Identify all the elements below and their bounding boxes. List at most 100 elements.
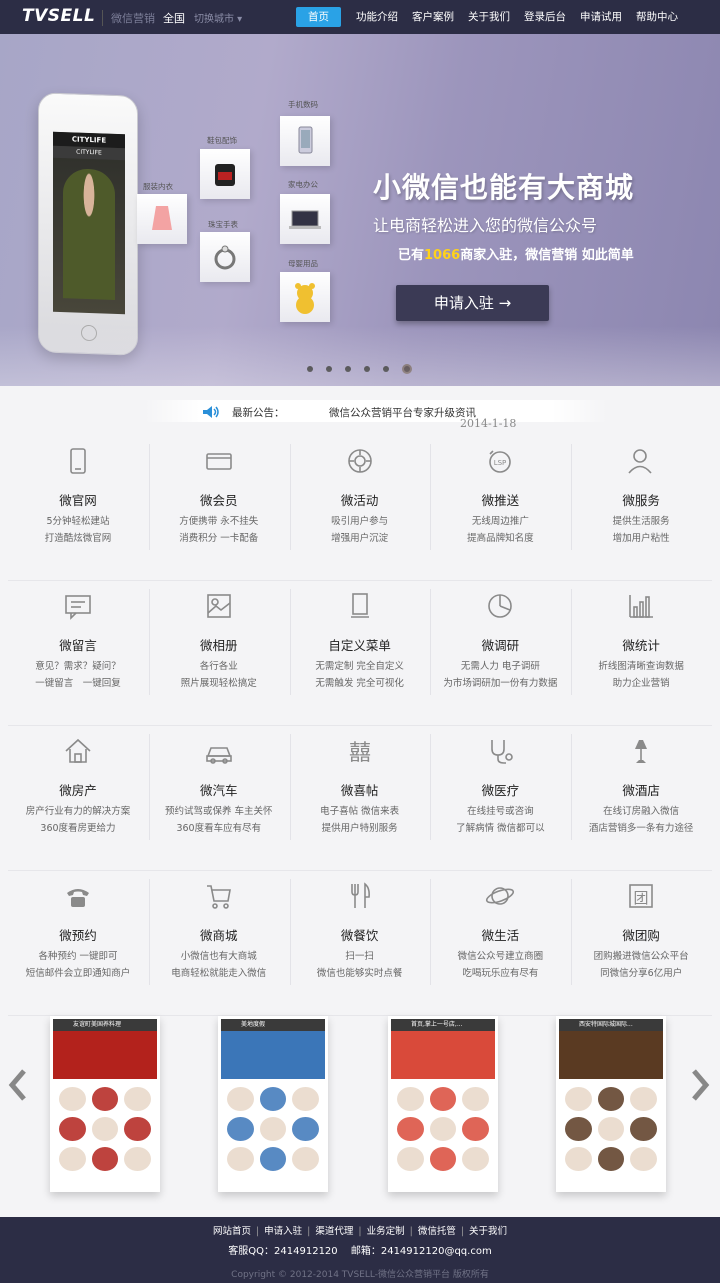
group-buy-icon: 团 bbox=[626, 881, 656, 911]
feature-item[interactable]: 微相册各行各业照片展现轻松搞定 bbox=[148, 581, 289, 701]
footer-link[interactable]: 网站首页 bbox=[213, 1226, 251, 1237]
tablet-icon bbox=[63, 446, 93, 476]
feature-line-2: 吃喝玩乐应有尽有 bbox=[462, 968, 539, 979]
feature-item[interactable]: 微预约 各种预约 一键即可 短信邮件会立即通知商户 bbox=[8, 871, 148, 991]
next-arrow-icon[interactable] bbox=[690, 1068, 710, 1102]
feature-line-1: 5分钟轻松建站 bbox=[46, 516, 110, 527]
feature-item[interactable]: 微医疗 在线挂号或咨询 了解病情 微信都可以 bbox=[430, 726, 570, 846]
feature-row: 微预约 各种预约 一键即可 短信邮件会立即通知商户 微商城 小微信也有大商城 电商轻松就能… bbox=[8, 871, 712, 1016]
feature-description: 5分钟轻松建站 打造酷炫微官网 bbox=[8, 513, 148, 547]
feature-title: 微留言 bbox=[59, 638, 97, 653]
slide-dot[interactable] bbox=[402, 364, 412, 374]
feature-description: 在线挂号或咨询 了解病情 微信都可以 bbox=[430, 803, 570, 837]
banner-title: 小微信也能有大商城 bbox=[373, 171, 635, 204]
nav-link[interactable]: 首页 bbox=[296, 7, 341, 27]
model-photo bbox=[63, 168, 115, 300]
nav-link[interactable]: 帮助中心 bbox=[629, 7, 685, 27]
feature-line-1: 扫一扫 bbox=[345, 951, 374, 962]
feature-title: 微统计 bbox=[622, 638, 660, 653]
feature-row: 微官网 5分钟轻松建站 打造酷炫微官网 微会员 方便携带 永不挂失 消费积分 一卡配备 微活… bbox=[8, 436, 712, 581]
case-screenshot bbox=[391, 1031, 495, 1189]
feature-item[interactable]: 微活动 吸引用户参与 增强用户沉淀 bbox=[289, 436, 430, 556]
prev-arrow-icon[interactable] bbox=[8, 1068, 28, 1102]
case-card[interactable]: 西安特国际城国际... bbox=[556, 1016, 666, 1192]
current-city: 全国 bbox=[163, 12, 185, 25]
feature-item[interactable]: 微商城 小微信也有大商城 电商轻松就能走入微信 bbox=[148, 871, 289, 991]
svg-text:囍: 囍 bbox=[349, 741, 371, 766]
pie-icon bbox=[485, 591, 515, 621]
nav-link[interactable]: 客户案例 bbox=[405, 7, 461, 27]
case-title: 首页,掌上一号店,... bbox=[391, 1019, 495, 1031]
footer-link[interactable]: 渠道代理 bbox=[315, 1226, 353, 1237]
feature-item[interactable]: 自定义菜单 无需定制 完全自定义 无需触发 完全可视化 bbox=[289, 581, 430, 701]
feature-description: 在线订房融入微信 酒店营销多一条有力途径 bbox=[571, 803, 711, 837]
banner-merchant-count: 已有1066商家入驻，微信营销 如此简单 bbox=[398, 244, 634, 263]
footer-link[interactable]: 业务定制 bbox=[367, 1226, 405, 1237]
nav-link[interactable]: 关于我们 bbox=[461, 7, 517, 27]
feature-title: 微会员 bbox=[200, 493, 238, 508]
menu-icon bbox=[345, 591, 375, 621]
feature-title: 微相册 bbox=[200, 638, 238, 653]
feature-description: 折线图清晰查询数据 助力企业营销 bbox=[571, 658, 711, 692]
feature-title: 微推送 bbox=[481, 493, 520, 508]
ring-icon bbox=[214, 245, 236, 270]
nav-link[interactable]: 申请试用 bbox=[573, 7, 629, 27]
feature-title: 微喜帖 bbox=[340, 783, 379, 798]
case-card[interactable]: 友谊町美国养料理 bbox=[50, 1016, 160, 1192]
site-footer: 网站首页 | 申请入驻 | 渠道代理 | 业务定制 | 微信托管 | 关于我们 客服QQ：24149… bbox=[0, 1217, 720, 1283]
category-label: 珠宝手表 bbox=[208, 220, 238, 229]
slide-dot[interactable] bbox=[383, 366, 389, 372]
feature-item[interactable]: 微餐饮 扫一扫 微信也能够实时点餐 bbox=[289, 871, 430, 991]
case-title: 美地度假 bbox=[221, 1019, 325, 1031]
feature-item[interactable]: 微统计折线图清晰查询数据 助力企业营销 bbox=[571, 581, 711, 701]
feature-description: 团购搬进微信公众平台 同微信分享6亿用户 bbox=[571, 948, 711, 982]
laptop-icon bbox=[289, 210, 321, 229]
image-icon bbox=[204, 591, 234, 621]
feature-item[interactable]: 微服务 提供生活服务 增加用户粘性 bbox=[571, 436, 711, 556]
telephone-icon bbox=[63, 881, 93, 911]
slide-dot[interactable] bbox=[364, 366, 370, 372]
feature-line-1: 各行各业 bbox=[199, 661, 238, 672]
city-switch-link[interactable]: 切换城市 ▾ bbox=[194, 10, 242, 25]
logo[interactable]: TVSELL bbox=[22, 6, 95, 26]
chip-icon bbox=[345, 446, 375, 476]
feature-item[interactable]: 微留言 意见？需求？疑问？ 一键留言 一键回复 bbox=[8, 581, 148, 701]
feature-item[interactable]: 微酒店 在线订房融入微信 酒店营销多一条有力途径 bbox=[571, 726, 711, 846]
footer-link[interactable]: 申请入驻 bbox=[264, 1226, 302, 1237]
feature-item[interactable]: 微会员方便携带 永不挂失 消费积分 一卡配备 bbox=[148, 436, 289, 556]
main-nav: 首页 功能介绍 客户案例 关于我们 登录后台 申请试用 帮助中心 bbox=[296, 7, 685, 27]
merchant-count: 1066 bbox=[424, 248, 461, 263]
case-title: 友谊町美国养料理 bbox=[53, 1019, 157, 1031]
footer-link[interactable]: 微信托管 bbox=[418, 1226, 456, 1237]
dress-icon bbox=[152, 206, 172, 230]
feature-item[interactable]: 微汽车 预约试驾或保养 车主关怀 360度看车应有尽有 bbox=[148, 726, 289, 846]
feature-line-1: 在线订房融入微信 bbox=[603, 806, 680, 817]
feature-description: 无需人力 电子调研 为市场调研加一份有力数据 bbox=[430, 658, 570, 692]
cart-icon bbox=[204, 881, 234, 911]
case-card[interactable]: 首页,掌上一号店,... bbox=[388, 1016, 498, 1192]
stethoscope-icon bbox=[485, 736, 515, 766]
slide-dot[interactable] bbox=[326, 366, 332, 372]
jewelry-cube bbox=[200, 232, 250, 282]
feature-item[interactable]: 微官网 5分钟轻松建站 打造酷炫微官网 bbox=[8, 436, 148, 556]
feature-line-2: 一键留言 一键回复 bbox=[35, 678, 121, 689]
nav-link[interactable]: 登录后台 bbox=[517, 7, 573, 27]
slide-dot[interactable] bbox=[307, 366, 313, 372]
feature-item[interactable]: 囍微喜帖 电子喜帖 微信来表 提供用户特别服务 bbox=[289, 726, 430, 846]
apply-join-button[interactable]: 申请入驻 → bbox=[396, 285, 549, 321]
case-card[interactable]: 美地度假 bbox=[218, 1016, 328, 1192]
feature-item[interactable]: LSP 微推送 无线周边推广 提高品牌知名度 bbox=[430, 436, 570, 556]
feature-item[interactable]: 微生活 微信公众号建立商圈 吃喝玩乐应有尽有 bbox=[430, 871, 570, 991]
feature-line-2: 无需触发 完全可视化 bbox=[315, 678, 404, 689]
footer-link[interactable]: 关于我们 bbox=[469, 1226, 507, 1237]
nav-link[interactable]: 功能介绍 bbox=[349, 7, 405, 27]
feature-item[interactable]: 团微团购 团购搬进微信公众平台 同微信分享6亿用户 bbox=[571, 871, 711, 991]
feature-description: 方便携带 永不挂失 消费积分 一卡配备 bbox=[149, 513, 289, 547]
feature-item[interactable]: 微调研 无需人力 电子调研 为市场调研加一份有力数据 bbox=[430, 581, 570, 701]
feature-item[interactable]: 微房产 房产行业有力的解决方案 360度看房更给力 bbox=[8, 726, 148, 846]
feature-line-1: 折线图清晰查询数据 bbox=[598, 661, 684, 672]
feature-line-2: 照片展现轻松搞定 bbox=[180, 678, 257, 689]
slide-dot[interactable] bbox=[345, 366, 351, 372]
feature-line-2: 为市场调研加一份有力数据 bbox=[443, 678, 558, 689]
announcement-link[interactable]: 微信公众营销平台专家升级资讯 bbox=[329, 405, 476, 420]
